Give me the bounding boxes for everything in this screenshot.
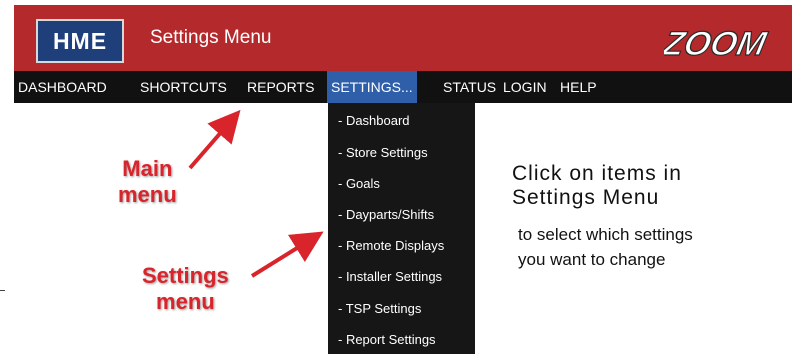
settings-menu-callout: Settings menu: [142, 263, 229, 315]
menu-item-goals[interactable]: - Goals: [338, 176, 380, 191]
settings-menu-callout-line1: Settings: [142, 263, 229, 288]
instruction-heading: Click on items in Settings Menu: [512, 162, 682, 210]
nav-login[interactable]: LOGIN: [503, 71, 547, 103]
instruction-line-4: you want to change: [518, 250, 666, 269]
page-title: Settings Menu: [150, 27, 272, 48]
nav-status[interactable]: STATUS: [443, 71, 496, 103]
menu-item-dashboard[interactable]: - Dashboard: [338, 113, 410, 128]
menu-item-tsp-settings[interactable]: - TSP Settings: [338, 301, 421, 316]
instruction-line-1: Click on items in: [512, 162, 682, 185]
edge-tick-mark: [0, 290, 5, 291]
nav-help[interactable]: HELP: [560, 71, 597, 103]
nav-settings[interactable]: SETTINGS...: [327, 71, 417, 103]
settings-dropdown-menu: - Dashboard - Store Settings - Goals - D…: [328, 103, 475, 354]
menu-item-store-settings[interactable]: - Store Settings: [338, 145, 428, 160]
instruction-line-2: Settings Menu: [512, 186, 660, 209]
main-menu-callout: Main menu: [118, 156, 177, 208]
hme-logo: HME: [36, 19, 124, 63]
main-menu-callout-line2: menu: [118, 182, 177, 207]
menu-item-installer-settings[interactable]: - Installer Settings: [338, 269, 442, 284]
instruction-body: to select which settings you want to cha…: [518, 222, 693, 272]
main-menu-callout-line1: Main: [122, 156, 173, 181]
main-nav: DASHBOARD SHORTCUTS REPORTS SETTINGS... …: [14, 71, 792, 103]
main-menu-arrow-icon: [188, 109, 241, 170]
settings-menu-callout-line2: menu: [156, 289, 215, 314]
menu-item-remote-displays[interactable]: - Remote Displays: [338, 238, 444, 253]
menu-item-dayparts-shifts[interactable]: - Dayparts/Shifts: [338, 207, 434, 222]
menu-item-report-settings[interactable]: - Report Settings: [338, 332, 436, 347]
nav-shortcuts[interactable]: SHORTCUTS: [140, 71, 227, 103]
nav-reports[interactable]: REPORTS: [247, 71, 314, 103]
app-header: HME Settings Menu ZOOM: [14, 5, 792, 71]
zoom-logo: ZOOM: [664, 25, 771, 63]
nav-dashboard[interactable]: DASHBOARD: [18, 71, 107, 103]
settings-menu-arrow-icon: [250, 231, 324, 278]
zoom-logo-text: ZOOM: [664, 25, 771, 63]
instruction-line-3: to select which settings: [518, 225, 693, 244]
